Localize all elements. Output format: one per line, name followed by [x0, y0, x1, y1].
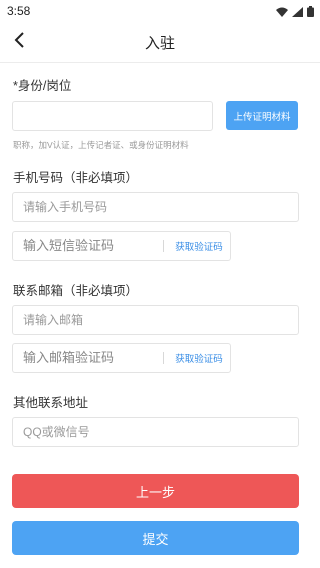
wifi-icon	[276, 2, 288, 21]
phone-input[interactable]	[12, 192, 299, 222]
signal-icon	[292, 2, 303, 21]
email-input[interactable]	[12, 305, 299, 335]
status-time: 3:58	[7, 4, 31, 18]
identity-input[interactable]	[12, 101, 213, 131]
status-icons	[276, 2, 314, 21]
header: 入驻	[0, 22, 320, 62]
phone-label: 手机号码（非必填项）	[13, 171, 139, 185]
chevron-left-icon	[13, 31, 25, 53]
email-code-input[interactable]	[13, 344, 153, 372]
status-bar: 3:58	[0, 0, 320, 22]
sms-code-divider	[163, 240, 164, 252]
sms-code-input[interactable]	[13, 232, 153, 260]
sms-code-field: 获取验证码	[12, 231, 231, 261]
prev-step-button[interactable]: 上一步	[12, 474, 299, 508]
submit-button[interactable]: 提交	[12, 521, 299, 555]
upload-proof-button[interactable]: 上传证明材料	[226, 101, 298, 130]
identity-hint: 职称，加V认证，上传记者证、或身份证明材料	[13, 140, 189, 150]
email-code-divider	[163, 352, 164, 364]
identity-label: *身份/岗位	[13, 79, 72, 93]
other-contact-input[interactable]	[12, 417, 299, 447]
email-code-field: 获取验证码	[12, 343, 231, 373]
back-button[interactable]	[8, 30, 30, 54]
other-contact-label: 其他联系地址	[13, 396, 89, 410]
battery-icon	[307, 2, 314, 21]
get-email-code-button[interactable]: 获取验证码	[168, 344, 230, 372]
header-divider	[0, 62, 320, 63]
get-sms-code-button[interactable]: 获取验证码	[168, 232, 230, 260]
email-label: 联系邮箱（非必填项）	[13, 284, 139, 298]
page-title: 入驻	[144, 34, 175, 52]
